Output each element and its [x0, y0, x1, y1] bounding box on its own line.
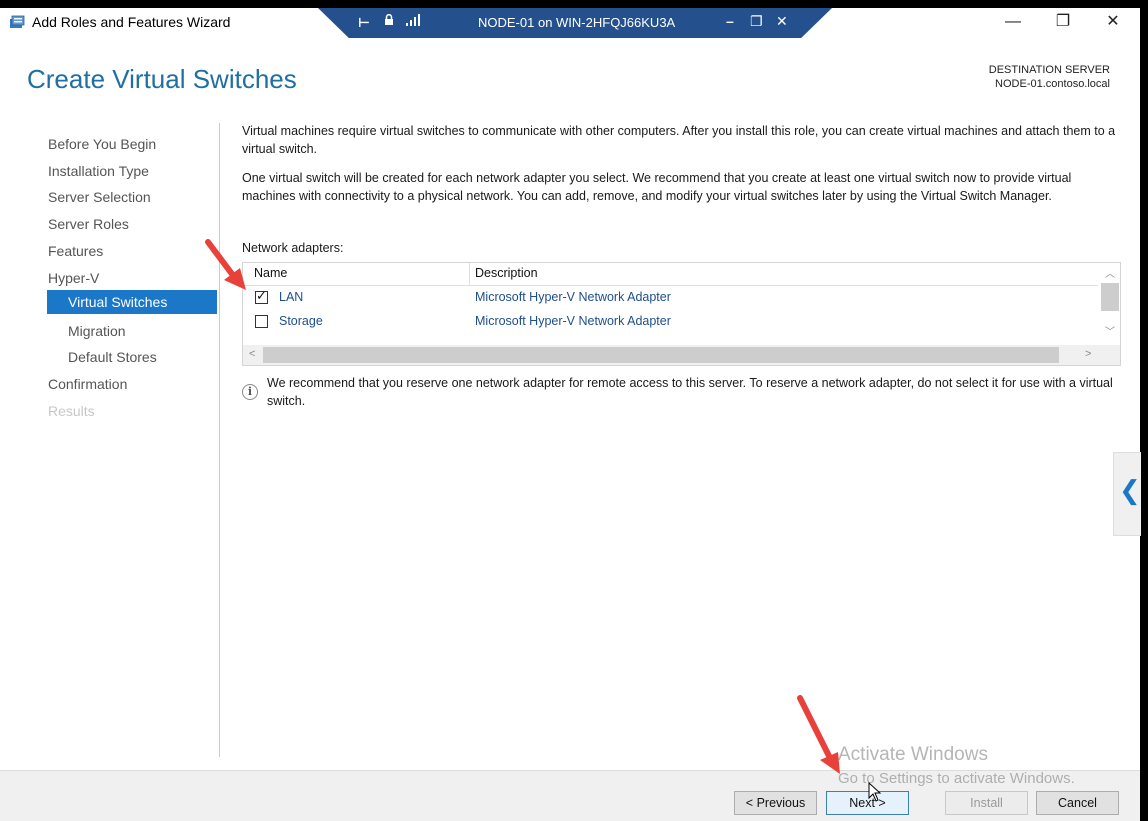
close-icon: ✕	[1106, 13, 1120, 30]
mouse-cursor-icon	[868, 782, 882, 802]
info-icon: i	[242, 384, 258, 400]
lock-icon[interactable]	[384, 14, 394, 25]
adapter-checkbox-storage[interactable]	[255, 315, 268, 328]
remote-session-title: NODE-01 on WIN-2HFQJ66KU3A	[478, 15, 676, 30]
column-header-name[interactable]: Name	[254, 266, 287, 280]
adapter-name: LAN	[279, 290, 304, 304]
nav-item-confirmation[interactable]: Confirmation	[48, 372, 127, 396]
nav-item-features[interactable]: Features	[48, 239, 103, 263]
adapter-description: Microsoft Hyper-V Network Adapter	[475, 314, 671, 328]
table-header: Name Description	[243, 263, 1098, 286]
remote-connection-bar: ⊢ NODE-01 on WIN-2HFQJ66KU3A – ❐ ✕	[318, 8, 832, 38]
close-button[interactable]: ✕	[1090, 9, 1136, 35]
vertical-scrollbar[interactable]: ︿ ﹀	[1100, 263, 1120, 345]
scroll-left-icon[interactable]: <	[249, 348, 255, 360]
column-divider[interactable]	[469, 263, 470, 285]
scroll-up-icon[interactable]: ︿	[1105, 265, 1115, 280]
nav-item-virtual-switches[interactable]: Virtual Switches	[47, 290, 217, 314]
nav-item-server-roles[interactable]: Server Roles	[48, 212, 129, 236]
restore-icon[interactable]: ❐	[750, 13, 763, 30]
nav-item-default-stores[interactable]: Default Stores	[68, 345, 157, 369]
wizard-window: Add Roles and Features Wizard — ❐ ✕ ⊢ NO…	[0, 8, 1141, 821]
annotation-arrow-icon	[205, 239, 246, 290]
adapter-description: Microsoft Hyper-V Network Adapter	[475, 290, 671, 304]
install-button: Install	[945, 791, 1028, 815]
chevron-left-icon: ❮	[1119, 475, 1141, 505]
cancel-button[interactable]: Cancel	[1036, 791, 1119, 815]
window-title: Add Roles and Features Wizard	[32, 14, 231, 30]
destination-server-label: DESTINATION SERVER	[988, 64, 1110, 76]
column-header-description[interactable]: Description	[475, 266, 538, 280]
close-icon[interactable]: ✕	[776, 13, 788, 30]
page-title: Create Virtual Switches	[27, 64, 297, 94]
restore-icon: ❐	[1055, 13, 1071, 30]
network-adapters-list: Name Description LAN Microsoft Hyper-V N…	[242, 262, 1121, 366]
network-adapters-label: Network adapters:	[242, 241, 344, 255]
scroll-thumb[interactable]	[263, 347, 1059, 363]
activation-watermark-title: Activate Windows	[838, 744, 988, 765]
destination-server-name: NODE-01.contoso.local	[995, 78, 1110, 90]
adapter-row-lan[interactable]: LAN Microsoft Hyper-V Network Adapter	[243, 286, 1098, 310]
adapter-row-storage[interactable]: Storage Microsoft Hyper-V Network Adapte…	[243, 310, 1098, 334]
scroll-thumb[interactable]	[1101, 283, 1119, 311]
nav-item-server-selection[interactable]: Server Selection	[48, 185, 151, 209]
scroll-down-icon[interactable]: ﹀	[1105, 323, 1115, 338]
horizontal-scrollbar[interactable]: < >	[243, 345, 1120, 365]
nav-item-installation-type[interactable]: Installation Type	[48, 159, 149, 183]
signal-icon[interactable]	[406, 14, 420, 26]
pin-icon[interactable]: ⊢	[358, 15, 370, 31]
side-panel-tab[interactable]: ❮	[1113, 452, 1141, 536]
minimize-button[interactable]: —	[990, 9, 1036, 35]
adapter-checkbox-lan[interactable]	[255, 288, 268, 304]
annotation-arrow-icon	[797, 695, 840, 774]
detail-text: One virtual switch will be created for e…	[242, 171, 1072, 203]
scroll-right-icon[interactable]: >	[1085, 348, 1091, 360]
minimize-icon: —	[1005, 13, 1021, 30]
nav-item-migration[interactable]: Migration	[68, 319, 126, 343]
adapter-name: Storage	[279, 314, 323, 328]
intro-text: Virtual machines require virtual switche…	[242, 124, 1116, 156]
nav-divider	[219, 123, 220, 757]
previous-button[interactable]: < Previous	[734, 791, 817, 815]
minimize-icon[interactable]: –	[726, 13, 734, 29]
nav-item-results: Results	[48, 403, 95, 419]
restore-button[interactable]: ❐	[1040, 9, 1086, 35]
server-manager-icon	[10, 15, 25, 28]
info-note: We recommend that you reserve one networ…	[267, 376, 1113, 408]
nav-item-hyper-v[interactable]: Hyper-V	[48, 266, 99, 290]
nav-item-before-you-begin[interactable]: Before You Begin	[48, 132, 156, 156]
